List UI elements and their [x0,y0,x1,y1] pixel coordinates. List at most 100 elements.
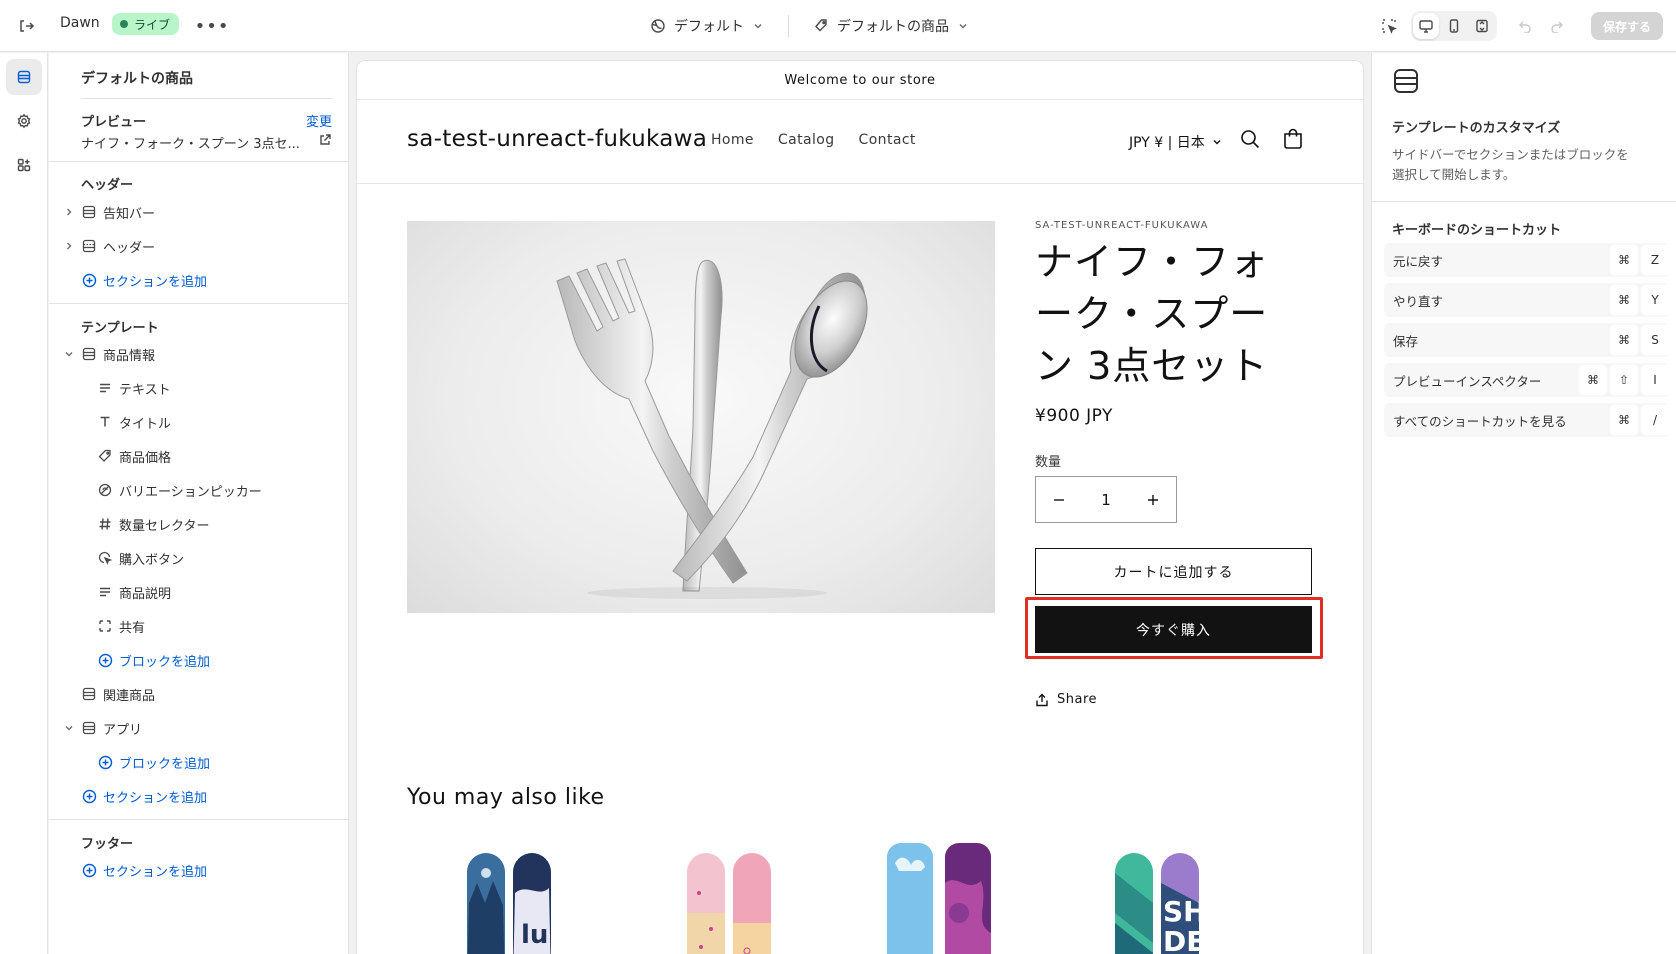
sections-icon[interactable] [6,59,42,95]
related-product-image[interactable]: SH DE [1105,843,1215,954]
divider [49,819,348,820]
key: Y [1641,285,1669,315]
add-block-button[interactable]: ブロックを追加 [49,645,348,675]
block-label: 商品価格 [119,450,172,466]
shortcut-row: 元に戻す ⌘ Z [1384,243,1669,277]
product-title: ナイフ・フォーク・スプーン 3点セット [1035,240,1270,388]
hash-icon [97,516,113,532]
key: I [1641,365,1669,395]
sidebar-item-announcement-bar[interactable]: 告知バー [49,197,348,227]
save-button[interactable]: 保存する [1590,12,1663,40]
text-title-icon [97,414,113,430]
sidebar-item-label: 商品情報 [103,348,156,364]
nav-contact[interactable]: Contact [859,132,916,148]
related-product-image[interactable] [677,843,787,954]
store-header: sa-test-unreact-fukukawa Home Catalog Co… [357,100,1363,184]
add-to-cart-button[interactable]: カートに追加する [1035,548,1312,595]
block-item-description[interactable]: 商品説明 [49,577,348,607]
plus-icon[interactable] [1130,477,1176,522]
product-select[interactable]: デフォルトの商品 [803,12,979,40]
cart-icon[interactable] [1281,127,1305,151]
desktop-icon[interactable] [1412,13,1439,39]
sidebar: デフォルトの商品 プレビュー 変更 ナイフ・フォーク・スプーン 3点セ... ヘ… [49,53,349,954]
add-section-button[interactable]: セクションを追加 [49,265,348,295]
add-block-label: ブロックを追加 [119,756,211,772]
block-item-text[interactable]: テキスト [49,373,348,403]
sidebar-item-label: ヘッダー [103,240,156,256]
mobile-icon[interactable] [1441,13,1467,39]
shortcut-row: すべてのショートカットを見る ⌘ / [1384,403,1669,437]
add-block-button[interactable]: ブロックを追加 [49,747,348,777]
sidebar-item-product-info[interactable]: 商品情報 [49,339,348,369]
add-block-label: ブロックを追加 [119,654,211,670]
header-section-icon [81,238,97,254]
chevron-right-icon[interactable] [61,207,77,217]
related-product-image[interactable] [887,843,997,954]
block-item-variant-picker[interactable]: バリエーションピッカー [49,475,348,505]
redo-icon[interactable] [1543,12,1571,40]
block-item-buy-buttons[interactable]: 購入ボタン [49,543,348,573]
template-select-label: デフォルト [674,19,744,35]
key: / [1641,405,1669,435]
store-logo[interactable]: sa-test-unreact-fukukawa [407,126,707,152]
fullscreen-icon[interactable] [1469,13,1495,39]
exit-icon[interactable] [13,13,39,39]
sidebar-item-apps[interactable]: アプリ [49,713,348,743]
share-icon [1036,693,1048,706]
variant-icon [97,482,113,498]
minus-icon[interactable] [1036,477,1082,522]
currency-selector[interactable]: JPY ¥ | 日本 [1129,132,1223,152]
svg-text:DE: DE [1163,925,1205,954]
plus-circle-icon [81,788,97,804]
theme-name: Dawn [60,15,100,31]
add-section-button[interactable]: セクションを追加 [49,781,348,811]
shortcut-label: やり直す [1393,293,1444,309]
section-icon [81,204,97,220]
chevron-down-icon [959,23,967,29]
block-item-quantity-selector[interactable]: 数量セレクター [49,509,348,539]
device-switcher [1410,11,1497,41]
section-icon [81,686,97,702]
product-image[interactable] [407,221,995,613]
template-select[interactable]: デフォルト [640,12,774,40]
footer-group-heading: フッター [81,837,134,852]
add-section-button[interactable]: セクションを追加 [49,855,348,885]
sidebar-item-label: 関連商品 [103,688,156,704]
plus-circle-icon [81,862,97,878]
buy-now-button[interactable]: 今すぐ購入 [1035,606,1312,653]
quantity-input[interactable]: 1 [1082,491,1130,509]
block-item-price[interactable]: 商品価格 [49,441,348,471]
apps-icon[interactable] [6,147,42,183]
chevron-down-icon[interactable] [61,349,77,359]
nav-home[interactable]: Home [711,132,754,148]
live-dot-icon [120,20,128,28]
chevron-right-icon[interactable] [61,241,77,251]
add-section-label: セクションを追加 [103,864,208,880]
announcement-bar[interactable]: Welcome to our store [357,61,1363,100]
panel-title: テンプレートのカスタマイズ [1392,121,1561,136]
live-badge: ライブ [112,13,180,35]
left-rail [0,53,48,954]
block-label: 数量セレクター [119,518,210,534]
settings-gear-icon[interactable] [6,103,42,139]
related-product-image[interactable]: lu [457,843,567,954]
search-icon[interactable] [1239,128,1261,150]
divider [788,15,789,37]
external-link-icon[interactable] [318,133,332,147]
block-label: バリエーションピッカー [119,484,262,500]
sidebar-item-related-products[interactable]: 関連商品 [49,679,348,709]
share-button[interactable]: Share [1035,692,1097,707]
sidebar-item-header[interactable]: ヘッダー [49,231,348,261]
block-label: 共有 [119,620,146,636]
more-actions-icon[interactable]: ••• [195,14,229,38]
nav-catalog[interactable]: Catalog [778,132,835,148]
plus-circle-icon [81,272,97,288]
shift-key: ⇧ [1610,365,1638,395]
inspector-icon[interactable] [1375,12,1403,40]
block-item-title[interactable]: タイトル [49,407,348,437]
chevron-down-icon[interactable] [61,723,77,733]
undo-icon[interactable] [1511,12,1539,40]
preview-change-link[interactable]: 変更 [306,111,332,130]
currency-label: JPY ¥ | 日本 [1129,135,1205,151]
block-item-share[interactable]: 共有 [49,611,348,641]
